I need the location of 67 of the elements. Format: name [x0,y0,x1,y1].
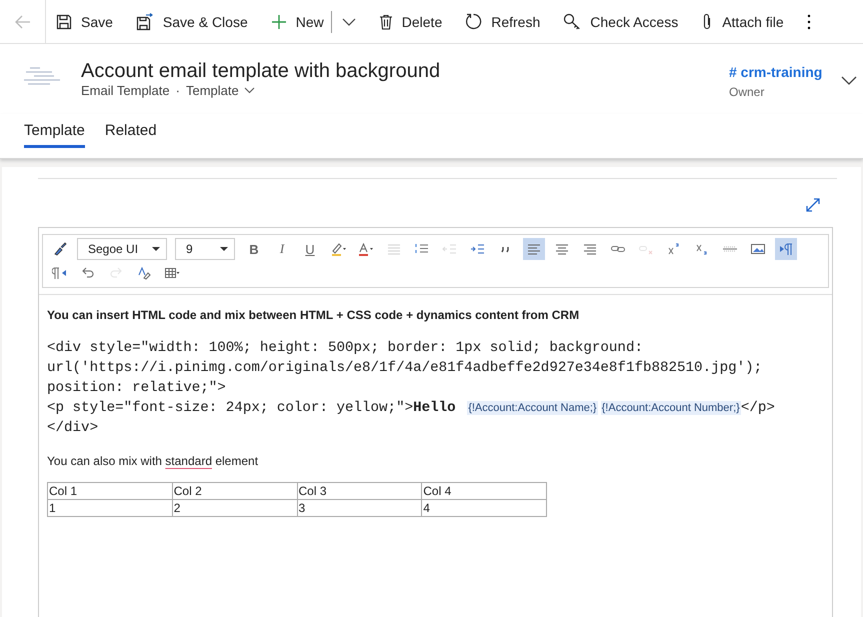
numbers-icon [414,242,430,256]
table-cell: 1 [48,500,172,516]
table-cell: Col 3 [297,482,422,500]
table-cell: Col 1 [48,482,172,500]
table-cell: 2 [172,500,297,516]
tab[interactable]: Related [104,114,157,148]
check-access-button[interactable]: Check Access [553,0,688,43]
code-line: position: relative;"> [47,379,227,398]
fontcolor-icon [358,242,374,256]
tab[interactable]: Template [24,114,85,148]
clear-icon [136,266,152,280]
italic-tool[interactable]: I [271,238,293,260]
fullscreen-icon[interactable] [805,197,821,213]
chevron-down-icon [244,87,255,94]
code-line: url('https://i.pinimg.com/originals/e8/1f/4a/e81f4adbeffe2d927e34e8f1fb882510.jpg'); [47,359,764,378]
refresh-icon [465,13,482,30]
separator: · [176,83,180,98]
underline-tool[interactable]: U [299,238,321,260]
owner-label: Owner [729,85,766,99]
chevron-down-icon [841,76,857,84]
table-cell: Col 4 [422,482,546,500]
bullets-icon [386,242,402,256]
align-center-icon [554,242,570,256]
table-cell: 3 [297,500,422,516]
paint-icon [52,242,68,256]
paragraph: You can insert HTML code and mix between HTML + CSS code + dynamics content from CRM [47,308,580,322]
image-icon [750,242,766,256]
merge-field[interactable]: {!Account:Account Number;} [600,401,741,415]
ltr-tool[interactable] [775,238,797,260]
trash-icon [378,14,393,30]
delete-button[interactable]: Delete [368,0,452,43]
refresh-button[interactable]: Refresh [455,0,550,43]
paragraph: You can also mix with standard element [47,454,260,468]
owner-link[interactable]: # crm-training [729,64,831,80]
key-icon [563,13,582,30]
align-left-icon [526,242,542,256]
chevron-down-icon [342,18,356,26]
redo-icon [108,266,124,280]
outdent-icon [442,242,458,256]
new-button[interactable]: New [260,0,334,43]
floppy-disk-icon [136,12,154,30]
table-cell: Col 2 [172,482,297,500]
indent-icon [470,242,486,256]
code-line: <div style="width: 100%; height: 500px; border: 1px solid; background: [47,339,644,358]
merge-field[interactable]: {!Account:Account Name;} [467,401,598,415]
align-left-tool[interactable] [523,238,545,260]
back-arrow-icon [14,14,30,28]
save-and-close-button[interactable]: Save & Close [126,0,258,43]
code-line: <p style="font-size: 24px; color: yellow;">Hello {!Account:Account Name;} {!Account:Account Number;}</p> [47,399,776,418]
undo-icon [80,266,96,280]
record-title: Account email template with background [81,59,442,84]
save-button[interactable]: Save [46,0,123,43]
more-icon [806,14,811,30]
rtl-icon [52,266,68,280]
font-size-dropdown[interactable]: 9 [175,238,235,260]
bold-tool[interactable]: B [243,238,265,260]
align-right-icon [582,242,598,256]
form-selector[interactable]: Template [186,83,255,98]
table-icon [164,266,180,280]
code-line: </div> [47,419,100,438]
highlight-icon [330,242,346,256]
ltr-icon [778,242,794,256]
font-dropdown[interactable]: Segoe UI [77,238,167,260]
plus-icon [270,14,287,30]
table-cell: 4 [422,500,546,516]
entity-name: Email Template [81,83,170,98]
attach-file-button[interactable]: Attach file [691,0,794,43]
